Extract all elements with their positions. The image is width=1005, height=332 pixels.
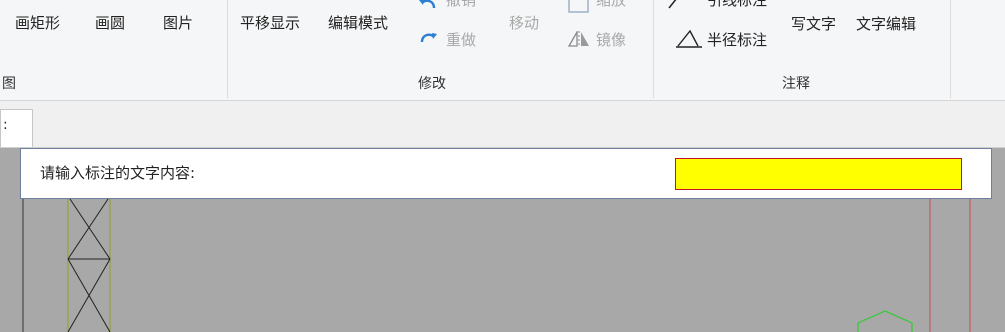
leader-annotation-icon[interactable] (667, 0, 681, 9)
modify-group-label: 修改 (418, 76, 446, 92)
document-tab-bar: : (0, 101, 1005, 148)
move-button[interactable]: 移动 (509, 14, 539, 32)
draw-rectangle-button[interactable]: 画矩形 (15, 14, 60, 32)
text-input-prompt: 请输入标注的文字内容: (20, 148, 992, 199)
scale-icon[interactable] (567, 0, 591, 14)
draw-circle-button[interactable]: 画圆 (95, 14, 125, 32)
annotate-group-label: 注释 (782, 76, 810, 92)
leader-annotation-button[interactable]: 引线标注 (707, 0, 767, 9)
edit-mode-button[interactable]: 编辑模式 (328, 14, 388, 32)
green-circle-shape (857, 310, 913, 332)
tower-bracing (67, 195, 111, 332)
mirror-button[interactable]: 镜像 (596, 31, 626, 49)
redo-button[interactable]: 重做 (446, 31, 476, 49)
undo-button[interactable]: 撤销 (446, 0, 476, 9)
ribbon: 画矩形 画圆 图片 图 平移显示 编辑模式 撤销 重做 移动 缩放 镜像 修改 … (0, 0, 1005, 101)
group-separator (950, 0, 951, 98)
undo-icon[interactable] (418, 0, 438, 12)
mirror-icon[interactable] (567, 31, 591, 47)
document-tab[interactable]: : (0, 109, 33, 147)
draw-group-label: 图 (2, 76, 16, 92)
group-separator (653, 0, 654, 98)
group-separator (227, 0, 228, 98)
text-edit-button[interactable]: 文字编辑 (856, 15, 916, 33)
prompt-label: 请输入标注的文字内容: (40, 164, 196, 182)
write-text-button[interactable]: 写文字 (791, 15, 836, 33)
radius-annotation-button[interactable]: 半径标注 (707, 31, 767, 49)
image-button[interactable]: 图片 (163, 14, 193, 32)
radius-annotation-icon[interactable] (676, 28, 704, 48)
redo-icon[interactable] (418, 28, 438, 46)
scale-button[interactable]: 缩放 (596, 0, 626, 9)
pan-display-button[interactable]: 平移显示 (240, 14, 300, 32)
annotation-text-input[interactable] (675, 158, 962, 190)
